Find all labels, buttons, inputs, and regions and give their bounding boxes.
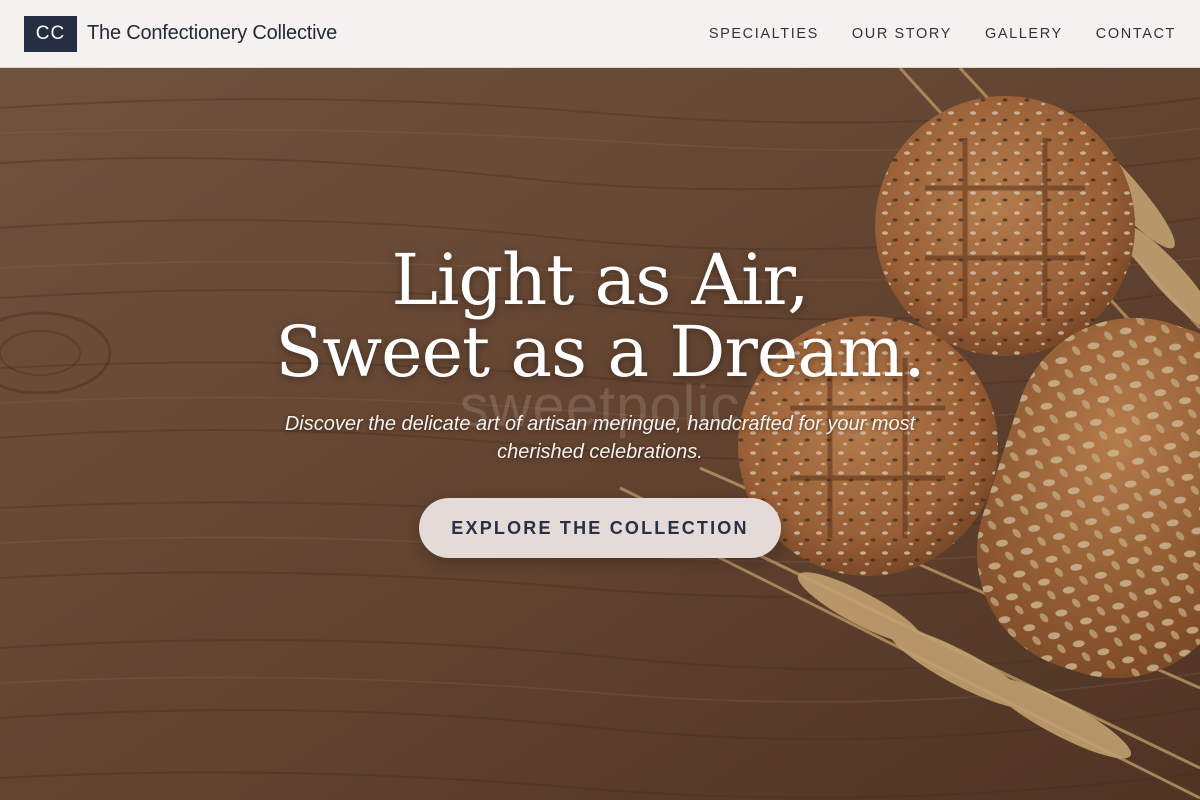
- nav-specialties[interactable]: SPECIALTIES: [709, 26, 819, 42]
- nav-our-story[interactable]: OUR STORY: [852, 26, 952, 42]
- explore-collection-button[interactable]: EXPLORE THE COLLECTION: [419, 498, 781, 558]
- nav-contact[interactable]: CONTACT: [1096, 26, 1176, 42]
- nav-gallery[interactable]: GALLERY: [985, 26, 1063, 42]
- headline-line-1: Light as Air,: [391, 239, 809, 321]
- hero-subtext: Discover the delicate art of artisan mer…: [284, 413, 916, 463]
- logo-mark: CC: [24, 15, 77, 52]
- site-header: CC The Confectionery Collective SPECIALT…: [0, 0, 1200, 68]
- main-nav: SPECIALTIES OUR STORY GALLERY CONTACT: [709, 26, 1176, 42]
- brand-name: The Confectionery Collective: [87, 22, 338, 44]
- headline-line-2: Sweet as a Dream.: [275, 311, 925, 393]
- hero-headline: Light as Air, Sweet as a Dream.: [0, 244, 1200, 388]
- brand-home-link[interactable]: CC The Confectionery Collective: [24, 15, 338, 52]
